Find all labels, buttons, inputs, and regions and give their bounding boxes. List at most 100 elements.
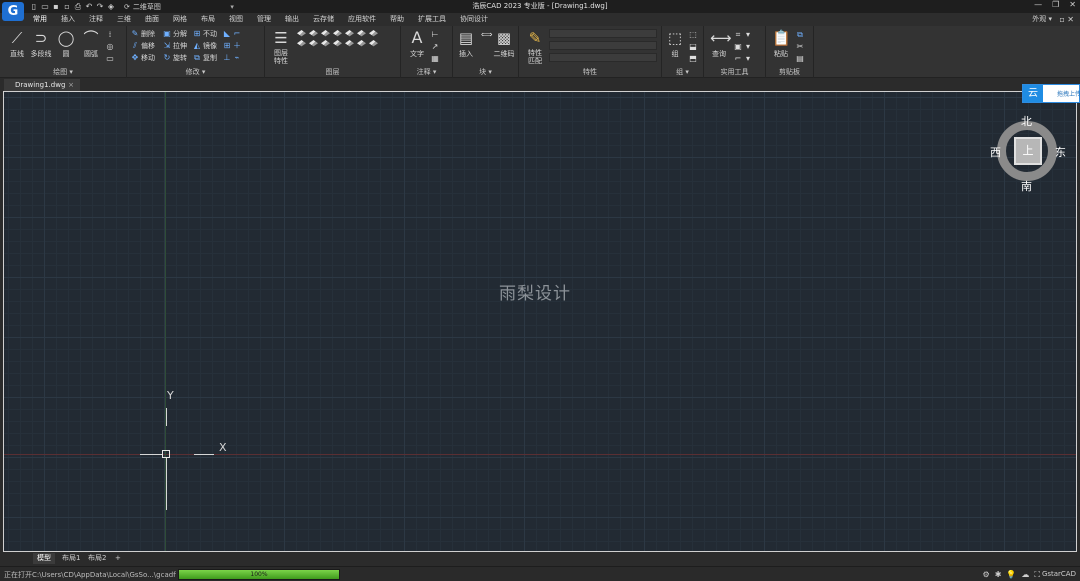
group-edit-icon[interactable]: ⬓ bbox=[689, 41, 697, 52]
close-tab-icon[interactable]: × bbox=[68, 79, 74, 91]
block-edit-icon[interactable]: ⟺ bbox=[481, 29, 492, 40]
erase-button[interactable]: ✎ 删除 bbox=[131, 28, 155, 39]
fillet-icon[interactable]: ◣ ⌐ bbox=[223, 28, 241, 39]
block-panel-label[interactable]: 块 ▾ bbox=[453, 67, 518, 77]
layer-icon[interactable] bbox=[309, 30, 318, 37]
menu-item[interactable]: 网格 bbox=[166, 13, 194, 26]
modify-panel-label[interactable]: 修改 ▾ bbox=[127, 67, 264, 77]
move-button[interactable]: ✥ 移动 bbox=[131, 52, 155, 63]
select-icon[interactable]: ▣ ▾ bbox=[734, 41, 752, 52]
menu-item[interactable]: 云存储 bbox=[306, 13, 341, 26]
calculator-icon[interactable]: ⌗ ▾ bbox=[734, 29, 752, 40]
menu-item[interactable]: 扩展工具 bbox=[411, 13, 453, 26]
polyline-button[interactable]: ⊃ 多段线 bbox=[28, 29, 54, 59]
cut-icon[interactable]: ✂ bbox=[796, 41, 804, 52]
explode-button[interactable]: ▣ 分解 bbox=[163, 28, 187, 39]
layer-icon[interactable] bbox=[333, 30, 342, 37]
menu-item[interactable]: 帮助 bbox=[383, 13, 411, 26]
layer-icon[interactable] bbox=[309, 40, 318, 47]
lightbulb-icon[interactable]: 💡 bbox=[1006, 570, 1016, 580]
layer-tool-icons[interactable] bbox=[297, 30, 378, 48]
compass-north[interactable]: 北 bbox=[1021, 113, 1032, 129]
tab-model[interactable]: 模型 bbox=[33, 553, 55, 564]
fullscreen-icon[interactable]: ⛶ bbox=[1034, 570, 1040, 580]
group-button[interactable]: ⬚ 组 bbox=[662, 29, 688, 59]
ribbon-controls[interactable]: ▫ ✕ bbox=[1059, 13, 1074, 26]
menu-item[interactable]: 应用软件 bbox=[341, 13, 383, 26]
arc-button[interactable]: ⌒ 圆弧 bbox=[78, 29, 104, 59]
layer-icon[interactable] bbox=[357, 40, 366, 47]
insert-block-button[interactable]: ▤ 插入 bbox=[453, 29, 479, 59]
group-select-icon[interactable]: ⬒ bbox=[689, 53, 697, 64]
dimension-icon[interactable]: ⊢ bbox=[431, 29, 439, 40]
ellipse-icon[interactable]: ◎ bbox=[106, 41, 114, 52]
draw-panel-label[interactable]: 绘图 ▾ bbox=[0, 67, 126, 77]
tab-layout1[interactable]: 布局1 bbox=[62, 553, 80, 564]
menu-item[interactable]: 布局 bbox=[194, 13, 222, 26]
color-dropdown[interactable] bbox=[549, 29, 657, 38]
compass-east[interactable]: 东 bbox=[1055, 144, 1066, 160]
match-properties-button[interactable]: ✎ 特性 匹配 bbox=[522, 29, 548, 65]
layer-icon[interactable] bbox=[297, 40, 306, 47]
mirror-button[interactable]: ◭ 镜像 bbox=[193, 40, 217, 51]
layer-icon[interactable] bbox=[333, 40, 342, 47]
layer-icon[interactable] bbox=[345, 40, 354, 47]
point-style-icon[interactable]: ⌐ ▾ bbox=[734, 53, 752, 64]
rectangle-icon[interactable]: ▭ bbox=[106, 53, 114, 64]
close-button[interactable]: ✕ bbox=[1069, 0, 1076, 9]
layer-icon[interactable] bbox=[369, 40, 378, 47]
qrcode-button[interactable]: ▩ 二维码 bbox=[491, 29, 517, 59]
layer-icon[interactable] bbox=[369, 30, 378, 37]
layers-panel-label[interactable]: 图层 bbox=[265, 67, 400, 77]
properties-panel-label[interactable]: 特性 bbox=[519, 67, 661, 77]
measure-button[interactable]: ⟷ 查询 bbox=[706, 29, 732, 59]
group-panel-label[interactable]: 组 ▾ bbox=[662, 67, 703, 77]
cloud-status-icon[interactable]: ☁ bbox=[1021, 570, 1029, 580]
compass-south[interactable]: 南 bbox=[1021, 178, 1032, 194]
layer-properties-button[interactable]: ☰ 图层 特性 bbox=[268, 29, 294, 65]
menu-item[interactable]: 输出 bbox=[278, 13, 306, 26]
utilities-panel-label[interactable]: 实用工具 bbox=[704, 67, 765, 77]
trim-icon[interactable]: ⊥ ⌁ bbox=[223, 52, 241, 63]
menu-item[interactable]: 视图 bbox=[222, 13, 250, 26]
circle-button[interactable]: ◯ 圆 bbox=[53, 29, 79, 59]
menu-item[interactable]: 管理 bbox=[250, 13, 278, 26]
app-logo[interactable]: G bbox=[2, 2, 24, 21]
add-layout-button[interactable]: + bbox=[115, 553, 121, 564]
stretch-button[interactable]: ⇲ 拉伸 bbox=[163, 40, 187, 51]
viewcube[interactable]: 上 北 南 西 东 bbox=[990, 115, 1066, 193]
tab-drawing1[interactable]: Drawing1.dwg × bbox=[4, 79, 80, 91]
offset-button[interactable]: ⫽ 偏移 bbox=[131, 40, 155, 51]
minimize-button[interactable]: — bbox=[1034, 0, 1042, 9]
annotation-scale-icon[interactable]: ✱ bbox=[995, 570, 1002, 580]
linetype-dropdown[interactable] bbox=[549, 41, 657, 50]
drawing-canvas[interactable]: 雨梨设计 Y X 上 北 南 西 东 bbox=[3, 91, 1077, 552]
line-button[interactable]: ⟋ 直线 bbox=[4, 29, 30, 59]
menu-item[interactable]: 注释 bbox=[82, 13, 110, 26]
leader-icon[interactable]: ↗ bbox=[431, 41, 439, 52]
paste-button[interactable]: 📋 粘贴 bbox=[768, 29, 794, 59]
appearance-menu[interactable]: 外观 ▾ bbox=[1032, 13, 1052, 26]
array-icon[interactable]: ⊞ ＋ bbox=[223, 40, 241, 51]
lineweight-dropdown[interactable] bbox=[549, 53, 657, 62]
menu-item[interactable]: 常用 bbox=[26, 13, 54, 26]
text-button[interactable]: A 文字 bbox=[404, 29, 430, 59]
ungroup-icon[interactable]: ⬚ bbox=[689, 29, 697, 40]
copy-clip-icon[interactable]: ⧉ bbox=[796, 29, 804, 40]
menu-item[interactable]: 协同设计 bbox=[453, 13, 495, 26]
cloud-upload-widget[interactable]: 云 拖拽上传 bbox=[1022, 84, 1080, 103]
clipboard-panel-label[interactable]: 剪贴板 bbox=[766, 67, 813, 77]
layer-icon[interactable] bbox=[321, 40, 330, 47]
maximize-button[interactable]: ❐ bbox=[1052, 0, 1059, 9]
point-grid-icon[interactable]: ⁞ bbox=[106, 29, 114, 40]
table-icon[interactable]: ▦ bbox=[431, 53, 439, 64]
menu-item[interactable]: 插入 bbox=[54, 13, 82, 26]
paste-special-icon[interactable]: ▤ bbox=[796, 53, 804, 64]
settings-icon[interactable]: ⚙ bbox=[983, 570, 990, 580]
annotation-panel-label[interactable]: 注释 ▾ bbox=[401, 67, 452, 77]
viewcube-top-face[interactable]: 上 bbox=[1014, 137, 1042, 165]
layer-icon[interactable] bbox=[321, 30, 330, 37]
menu-item[interactable]: 三维 bbox=[110, 13, 138, 26]
rotate-button[interactable]: ↻ 旋转 bbox=[163, 52, 187, 63]
tab-layout2[interactable]: 布局2 bbox=[88, 553, 106, 564]
